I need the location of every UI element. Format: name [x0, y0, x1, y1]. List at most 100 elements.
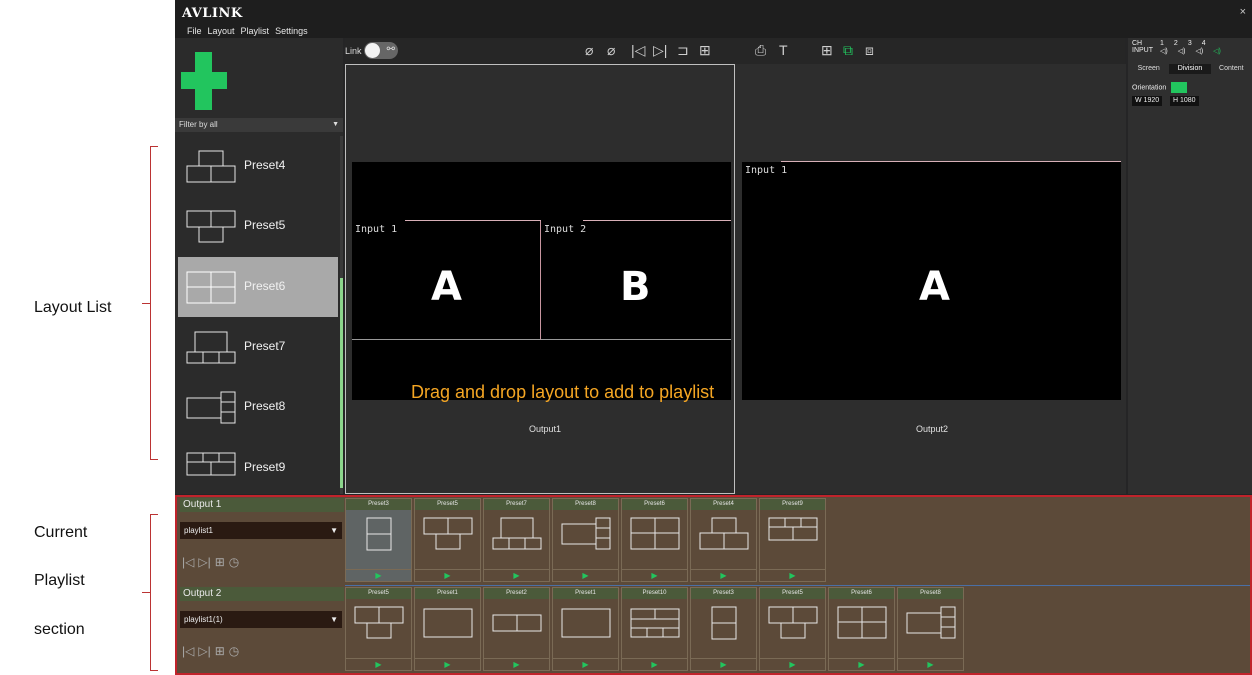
link-toggle[interactable]: ⚯: [364, 42, 398, 59]
playlist-item-card[interactable]: Preset8 ▶: [552, 498, 619, 582]
previous-icon[interactable]: |◁: [182, 644, 194, 658]
play-icon[interactable]: ▶: [898, 658, 963, 670]
playlist-item-label: Preset5: [760, 588, 825, 599]
playlist-item-card[interactable]: Preset6 ▶: [828, 587, 895, 671]
play-icon[interactable]: ▶: [484, 658, 549, 670]
layout-list-item[interactable]: Preset8: [178, 377, 338, 437]
playlist-controls: |◁ ▷| ⊞ ◷: [182, 644, 239, 658]
channel-number: 3: [1187, 40, 1192, 47]
layout-list-item-selected[interactable]: Preset6: [178, 257, 338, 317]
layout-list-item[interactable]: Preset5: [178, 196, 338, 256]
play-icon[interactable]: ▶: [622, 658, 687, 670]
menu-file[interactable]: File: [187, 26, 202, 36]
height-field[interactable]: H 1080: [1170, 96, 1199, 106]
scrollbar-thumb[interactable]: [340, 278, 343, 488]
landscape-icon[interactable]: [1171, 82, 1188, 93]
play-icon[interactable]: ▶: [346, 569, 411, 581]
playlist-item-label: Preset1: [415, 588, 480, 599]
playlist-select[interactable]: playlist1 ▼: [180, 522, 342, 539]
grid-icon[interactable]: ⊞: [215, 555, 225, 569]
playlist-item-card[interactable]: Preset3 ▶: [345, 498, 412, 582]
input-row-label: INPUT: [1132, 47, 1153, 54]
annotation-current: Current: [34, 524, 88, 541]
layout-thumbnail-icon: [768, 606, 818, 639]
play-icon[interactable]: ▶: [415, 658, 480, 670]
layout-thumbnail-icon: [711, 606, 737, 640]
play-icon[interactable]: ▶: [346, 658, 411, 670]
previous-icon[interactable]: |◁: [182, 555, 194, 569]
playlist-item-card[interactable]: Preset1 ▶: [414, 587, 481, 671]
playlist-item-label: Preset8: [898, 588, 963, 599]
clock-icon[interactable]: ◷: [229, 644, 239, 658]
playlist-item-label: Preset5: [346, 588, 411, 599]
speaker-icon[interactable]: ◁): [1195, 47, 1203, 55]
grid-icon[interactable]: ⊞: [215, 644, 225, 658]
menu-layout[interactable]: Layout: [208, 26, 235, 36]
link-label: Link: [345, 46, 362, 56]
play-icon[interactable]: ▶: [760, 569, 825, 581]
current-playlist-section: Output 1 playlist1 ▼ |◁ ▷| ⊞ ◷ Preset3 ▶ P…: [175, 495, 1252, 675]
layout-thumbnail-icon: [186, 271, 236, 304]
play-icon[interactable]: ▶: [760, 658, 825, 670]
playlist-item-card[interactable]: Preset4 ▶: [690, 498, 757, 582]
playlist-select[interactable]: playlist1(1) ▼: [180, 611, 342, 628]
annotation-brace-tip: [142, 303, 150, 304]
play-icon[interactable]: ▶: [829, 658, 894, 670]
layer-icon[interactable]: ⧈: [865, 43, 874, 57]
tab-division[interactable]: Division: [1169, 64, 1211, 74]
layout-list-item[interactable]: Preset4: [178, 136, 338, 196]
playlist-item-card[interactable]: Preset7 ▶: [483, 498, 550, 582]
stretch-icon[interactable]: ⊐: [677, 43, 689, 57]
playlist-name: playlist1(1): [184, 615, 223, 624]
play-icon[interactable]: ▶: [553, 658, 618, 670]
playlist-item-card[interactable]: Preset2 ▶: [483, 587, 550, 671]
clock-icon[interactable]: ◷: [229, 555, 239, 569]
speaker-icon[interactable]: ◁): [1213, 47, 1221, 55]
speaker-icon[interactable]: ◁): [1178, 47, 1186, 55]
tab-content[interactable]: Content: [1211, 64, 1252, 74]
play-icon[interactable]: ▶: [691, 658, 756, 670]
play-icon[interactable]: ▶: [622, 569, 687, 581]
width-field[interactable]: W 1920: [1132, 96, 1163, 106]
playlist-item-card[interactable]: Preset8 ▶: [897, 587, 964, 671]
close-icon[interactable]: ×: [1240, 6, 1246, 18]
playlist-item-card[interactable]: Preset1 ▶: [552, 587, 619, 671]
hide-all-icon[interactable]: ⌀: [607, 43, 615, 57]
play-icon[interactable]: ▶: [691, 569, 756, 581]
add-layout-button[interactable]: [181, 52, 227, 110]
next-icon[interactable]: ▷|: [198, 644, 210, 658]
playlist-item-card[interactable]: Preset3 ▶: [690, 587, 757, 671]
playlist-item-card[interactable]: Preset5 ▶: [414, 498, 481, 582]
filter-dropdown[interactable]: Filter by all ▼: [175, 118, 343, 132]
playlist-row-output1: Output 1 playlist1 ▼ |◁ ▷| ⊞ ◷ Preset3 ▶ P…: [177, 498, 1252, 584]
layout-list-item[interactable]: Preset9: [178, 438, 338, 498]
hide-icon[interactable]: ⌀: [585, 43, 593, 57]
tab-screen[interactable]: Screen: [1128, 64, 1169, 74]
avlink-app-window: AVLINK File Layout Playlist Settings × F…: [175, 0, 1252, 675]
playlist-item-card[interactable]: Preset5 ▶: [345, 587, 412, 671]
speaker-icon[interactable]: ◁): [1160, 47, 1168, 55]
layout-thumbnail-icon: [186, 452, 236, 476]
grid-icon[interactable]: ⊞: [699, 43, 711, 57]
playlist-item-card[interactable]: Preset6 ▶: [621, 498, 688, 582]
menu-settings[interactable]: Settings: [275, 26, 308, 36]
menu-playlist[interactable]: Playlist: [241, 26, 270, 36]
playlist-item-card[interactable]: Preset5 ▶: [759, 587, 826, 671]
playlist-item-card[interactable]: Preset10 ▶: [621, 587, 688, 671]
layout-list-item[interactable]: Preset7: [178, 317, 338, 377]
next-icon[interactable]: ▷|: [653, 43, 667, 57]
split-icon[interactable]: ⊞: [821, 43, 833, 57]
layout-thumbnail-icon: [186, 391, 236, 424]
previous-icon[interactable]: |◁: [631, 43, 645, 57]
channel-number: 4: [1201, 40, 1206, 47]
next-icon[interactable]: ▷|: [198, 555, 210, 569]
text-icon[interactable]: T: [779, 43, 788, 57]
screenshot: Layout List Current Playlist section AVL…: [0, 0, 1252, 675]
play-icon[interactable]: ▶: [484, 569, 549, 581]
play-icon[interactable]: ▶: [553, 569, 618, 581]
export-icon[interactable]: ⎙: [755, 43, 766, 57]
canvas-toolbar: Link ⚯ ⌀ ⌀ |◁ ▷| ⊐ ⊞ ⎙ T ⊞ ⧉ ⧈: [345, 38, 1125, 64]
playlist-item-card[interactable]: Preset9 ▶: [759, 498, 826, 582]
merge-icon[interactable]: ⧉: [843, 43, 853, 57]
play-icon[interactable]: ▶: [415, 569, 480, 581]
